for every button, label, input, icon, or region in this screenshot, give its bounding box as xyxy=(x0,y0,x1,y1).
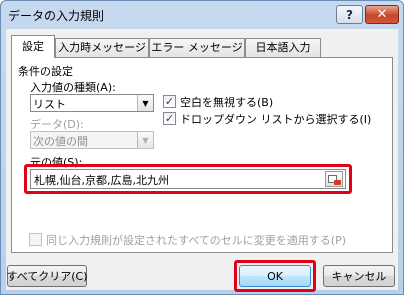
settings-panel: 条件の設定 入力値の種類(A): リスト ▼ データ(D): 次の値の間 ▼ ✓… xyxy=(11,57,393,253)
collapse-dialog-icon[interactable] xyxy=(325,171,343,187)
data-select: 次の値の間 ▼ xyxy=(30,131,154,149)
data-label: データ(D): xyxy=(30,118,84,131)
source-value: 札幌,仙台,京都,広島,北九州 xyxy=(34,174,169,187)
tab-ime-mode[interactable]: 日本語入力 xyxy=(245,38,321,57)
close-button[interactable]: ✕ xyxy=(365,5,399,24)
apply-all-label: 同じ入力規則が設定されたすべてのセルに変更を適用する(P) xyxy=(46,234,347,247)
data-select-value: 次の値の間 xyxy=(33,135,88,148)
help-button[interactable]: ? xyxy=(336,5,363,24)
ignore-blank-label[interactable]: 空白を無視する(B) xyxy=(180,94,273,110)
source-label: 元の値(S): xyxy=(30,156,83,169)
range-marker-icon xyxy=(334,180,341,185)
cancel-button[interactable]: キャンセル xyxy=(323,265,395,287)
source-input[interactable]: 札幌,仙台,京都,広島,北九州 xyxy=(30,169,346,189)
apply-all-checkbox xyxy=(29,233,42,246)
data-validation-dialog: データの入力規則 ? ✕ 設定 入力時メッセージ エラー メッセージ 日本語入力… xyxy=(0,0,404,295)
dialog-body: 設定 入力時メッセージ エラー メッセージ 日本語入力 条件の設定 入力値の種類… xyxy=(6,29,398,292)
tab-error-alert[interactable]: エラー メッセージ xyxy=(149,38,245,57)
tab-settings[interactable]: 設定 xyxy=(11,35,55,58)
chevron-down-icon: ▼ xyxy=(137,132,153,148)
help-icon: ? xyxy=(346,7,353,22)
clear-all-button[interactable]: すべてクリア(C) xyxy=(6,265,88,287)
in-cell-dropdown-label[interactable]: ドロップダウン リストから選択する(I) xyxy=(180,111,371,127)
allow-label: 入力値の種類(A): xyxy=(30,81,116,94)
allow-select[interactable]: リスト ▼ xyxy=(30,94,154,112)
ignore-blank-checkbox[interactable]: ✓ xyxy=(163,95,176,108)
tab-input-message[interactable]: 入力時メッセージ xyxy=(55,38,149,57)
criteria-group-label: 条件の設定 xyxy=(18,65,73,78)
chevron-down-icon[interactable]: ▼ xyxy=(137,95,153,111)
allow-select-value: リスト xyxy=(33,98,66,111)
title-bar[interactable]: データの入力規則 ? ✕ xyxy=(1,1,403,28)
dialog-title: データの入力規則 xyxy=(8,9,105,23)
in-cell-dropdown-checkbox[interactable]: ✓ xyxy=(163,112,176,125)
ok-button[interactable]: OK xyxy=(239,265,311,287)
close-icon: ✕ xyxy=(376,7,388,22)
